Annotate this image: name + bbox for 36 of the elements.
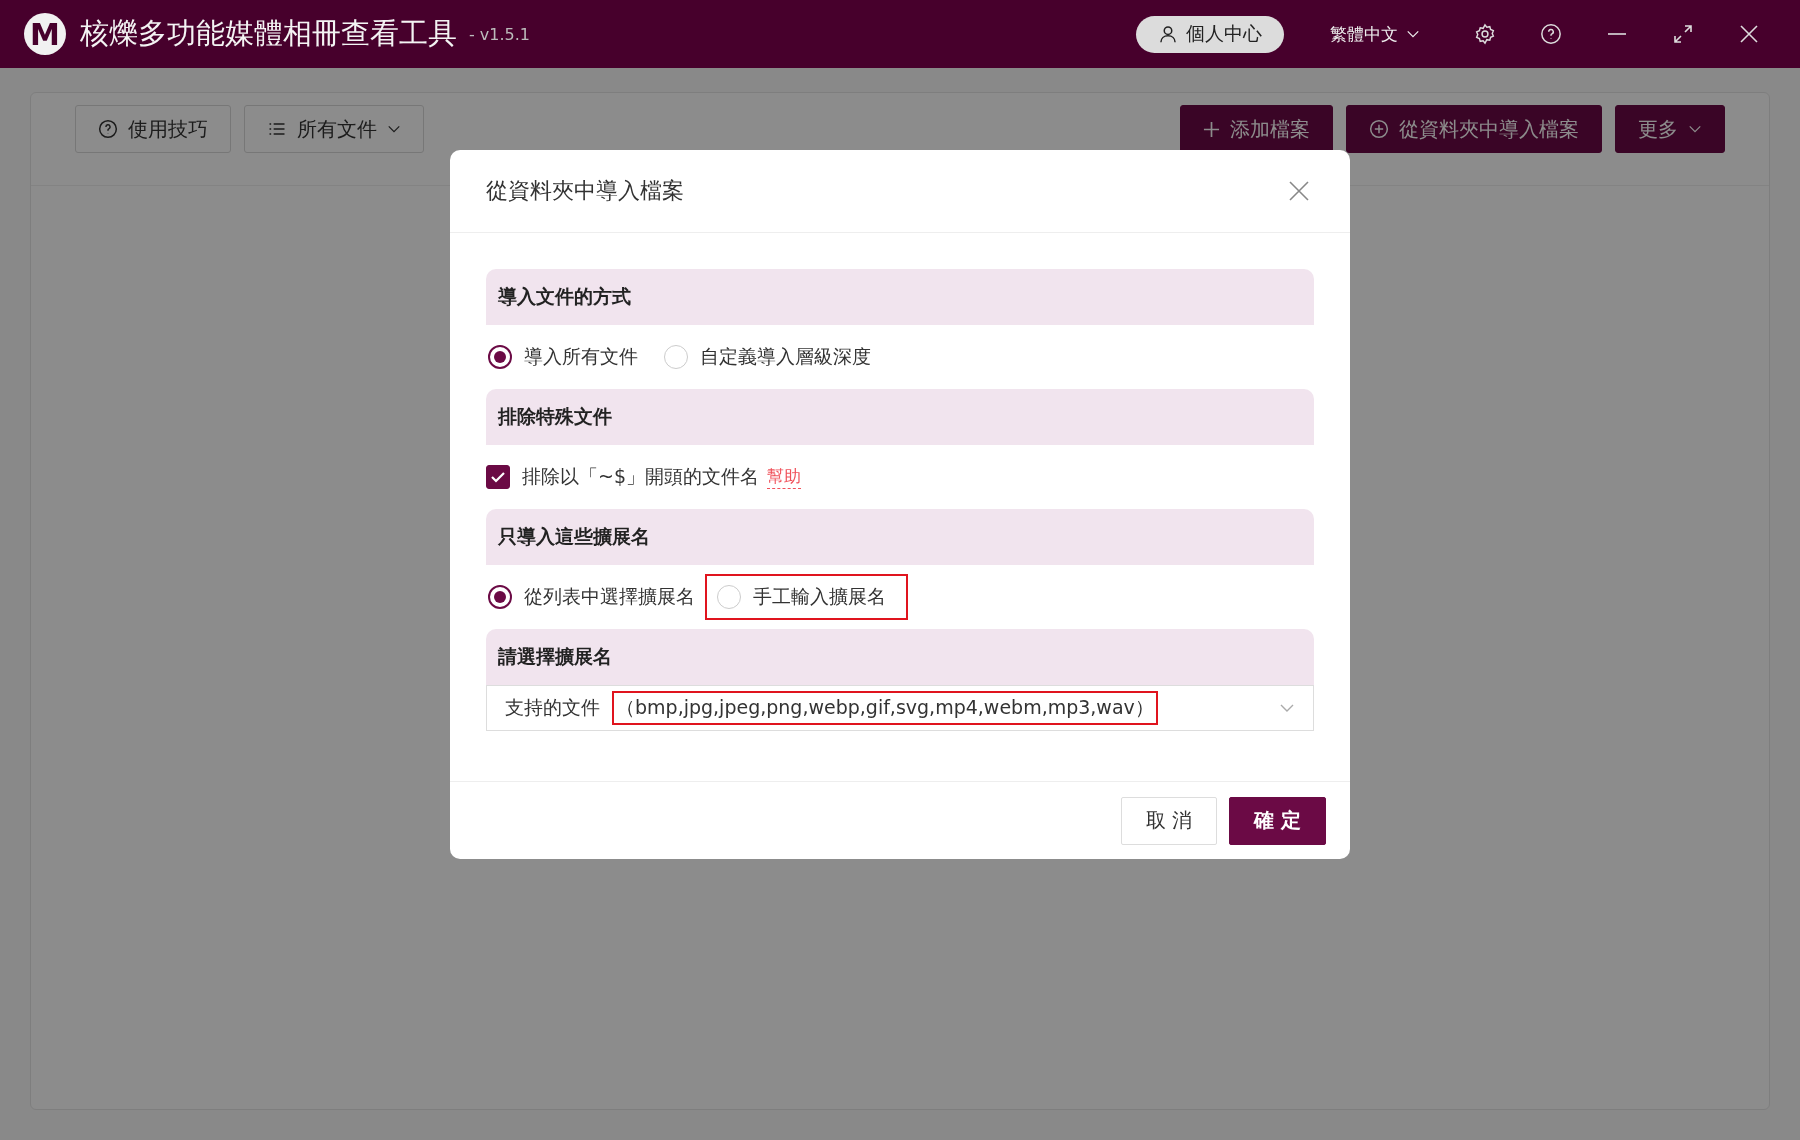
app-version: - v1.5.1 bbox=[469, 24, 531, 44]
section-heading: 請選擇擴展名 bbox=[486, 629, 1314, 685]
app-title: 核爍多功能媒體相冊查看工具 bbox=[80, 15, 457, 52]
plus-icon bbox=[1203, 120, 1220, 138]
checkbox-label: 排除以「~$」開頭的文件名 bbox=[522, 464, 759, 489]
toolbar-button[interactable]: 添加檔案 bbox=[1180, 105, 1333, 153]
dialog-title: 從資料夾中導入檔案 bbox=[486, 177, 684, 205]
section-heading: 排除特殊文件 bbox=[486, 389, 1314, 445]
cancel-button[interactable]: 取 消 bbox=[1120, 796, 1218, 845]
user-icon bbox=[1158, 24, 1178, 44]
dropdown-button[interactable]: 所有文件 bbox=[244, 105, 424, 153]
checkbox[interactable] bbox=[486, 465, 510, 489]
help-icon bbox=[1540, 23, 1562, 45]
app-logo: M bbox=[24, 13, 66, 55]
section-heading: 導入文件的方式 bbox=[486, 269, 1314, 325]
radio-option[interactable]: 從列表中選擇擴展名 bbox=[486, 574, 697, 620]
checkmark-icon bbox=[490, 469, 506, 485]
extension-select[interactable]: 支持的文件 （bmp,jpg,jpeg,png,webp,gif,svg,mp4,webm,mp3,wav） bbox=[486, 685, 1314, 731]
settings-icon bbox=[1474, 23, 1496, 45]
section-heading: 只導入這些擴展名 bbox=[486, 509, 1314, 565]
language-dropdown[interactable]: 繁體中文 bbox=[1324, 21, 1426, 47]
dropdown-button[interactable]: 更多 bbox=[1615, 105, 1725, 153]
confirm-button[interactable]: 確 定 bbox=[1229, 796, 1326, 845]
close-icon bbox=[1289, 181, 1309, 201]
toolbar-button[interactable]: 使用技巧 bbox=[75, 105, 231, 153]
user-center-button[interactable]: 個人中心 bbox=[1136, 15, 1284, 53]
close-icon bbox=[1740, 25, 1758, 43]
radio-option[interactable]: 手工輸入擴展名 bbox=[705, 574, 908, 620]
help-icon bbox=[98, 119, 118, 139]
expand-icon bbox=[1674, 25, 1692, 43]
plus-circle-icon bbox=[1369, 119, 1389, 139]
radio-option[interactable]: 導入所有文件 bbox=[486, 334, 640, 380]
minimize-icon bbox=[1607, 32, 1627, 36]
toolbar-button[interactable]: 從資料夾中導入檔案 bbox=[1346, 105, 1602, 153]
help-link[interactable]: 幫助 bbox=[767, 465, 801, 489]
radio-option[interactable]: 自定義導入層級深度 bbox=[662, 334, 873, 380]
